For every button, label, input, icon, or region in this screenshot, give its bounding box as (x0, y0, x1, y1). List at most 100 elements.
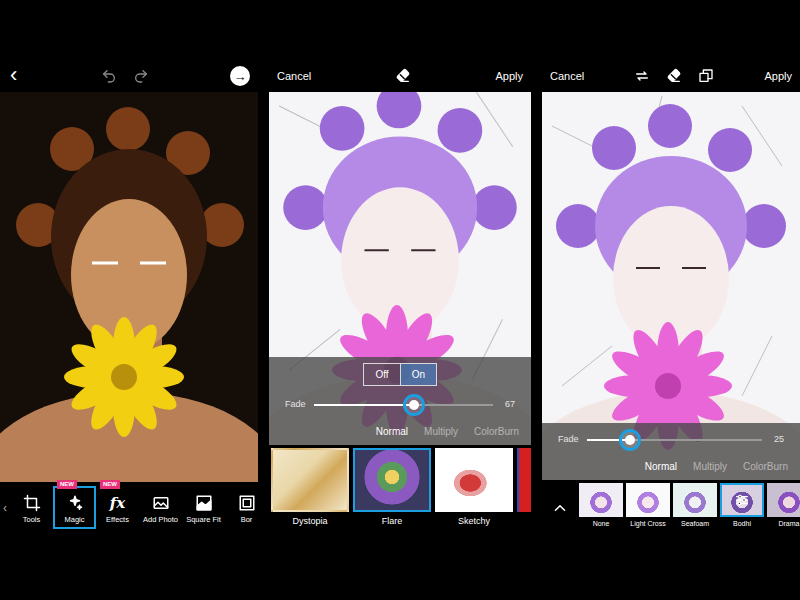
tools-button[interactable]: Tools (10, 486, 53, 529)
magic-button[interactable]: MagicNEW (53, 486, 96, 529)
bor-button[interactable]: Bor (225, 486, 258, 529)
effects-button[interactable]: fxEffectsNEW (96, 486, 139, 529)
fade-row: Fade 67 (277, 394, 523, 416)
scroll-hint[interactable]: ‹ (0, 499, 10, 517)
square-fit-button[interactable]: Square Fit (182, 486, 225, 529)
eraser-icon[interactable] (666, 68, 682, 84)
fade-label: Fade (558, 433, 579, 447)
photo-area: OffOn Fade 67 Normal Multiply ColorBurn (269, 92, 531, 445)
undo-icon[interactable] (101, 68, 117, 84)
compare-icon[interactable] (698, 68, 714, 84)
tool-icons (634, 68, 714, 84)
effect-name: Dystopia (271, 515, 349, 529)
cancel-button[interactable]: Cancel (550, 68, 584, 85)
effect-preview (579, 483, 623, 517)
back-button[interactable]: ‹ (8, 64, 19, 89)
blend-modes: Normal Multiply ColorBurn (277, 424, 523, 439)
effects-strip: NoneLight CrossSeafoamBodhiDrama (542, 480, 800, 532)
effect-name: Bodhi (720, 519, 764, 530)
effect-name: Light Cross (626, 519, 670, 530)
effect-thumbnail[interactable]: Drama (767, 483, 800, 532)
on-off-toggle: OffOn (363, 363, 437, 386)
tool-label: Square Fit (186, 515, 221, 524)
chevron-up-icon (551, 499, 569, 517)
fade-row: Fade 25 (550, 429, 792, 451)
toggle-option[interactable]: On (400, 364, 436, 385)
toggle-row: OffOn (277, 363, 523, 386)
apply-button[interactable]: Apply (495, 68, 523, 85)
photo (0, 92, 258, 482)
settings-panel: Fade 25 Normal Multiply ColorBurn (542, 423, 800, 480)
fade-value: 67 (501, 398, 515, 412)
next-button[interactable]: → (230, 66, 250, 86)
effects-strip: Dystopia Flare Sketchy (269, 445, 531, 532)
effect-thumbnail[interactable]: Light Cross (626, 483, 670, 532)
editor-screen: ‹ → ‹ Tools MagicNEWfxEffectsNEW Add Photo Squ… (0, 60, 258, 532)
blend-mode[interactable]: Normal (645, 459, 677, 474)
blend-mode[interactable]: Multiply (424, 424, 458, 439)
blend-mode[interactable]: Multiply (693, 459, 727, 474)
new-badge: NEW (100, 480, 120, 489)
fade-value: 25 (770, 433, 784, 447)
blend-mode[interactable]: ColorBurn (474, 424, 519, 439)
effect-preview (626, 483, 670, 517)
effect-name: Seafoam (673, 519, 717, 530)
tool-label: Add Photo (143, 515, 178, 524)
effect-preview (353, 448, 431, 512)
slider-fill (314, 404, 415, 406)
fade-slider[interactable] (314, 404, 493, 406)
effect-preview (673, 483, 717, 517)
photo-area: Fade 25 Normal Multiply ColorBurn (542, 92, 800, 480)
fade-label: Fade (285, 398, 306, 412)
magic-wand-icon (66, 494, 84, 512)
blend-modes: Normal Multiply ColorBurn (550, 459, 792, 474)
tool-label: Effects (106, 515, 129, 524)
slider-knob[interactable] (619, 429, 641, 451)
top-bar: Cancel Apply (542, 60, 800, 92)
fade-slider[interactable] (587, 439, 762, 441)
toggle-option[interactable]: Off (364, 364, 400, 385)
history-controls (101, 68, 149, 84)
cancel-button[interactable]: Cancel (277, 68, 311, 85)
effect-name: Drama (767, 519, 800, 530)
photo-area (0, 92, 258, 482)
photo (542, 92, 800, 480)
apply-button[interactable]: Apply (764, 68, 792, 85)
slider-knob[interactable] (403, 394, 425, 416)
effect-thumbnail[interactable]: Sketchy (435, 448, 513, 532)
effect-thumbnail[interactable] (517, 448, 531, 532)
magic-screen: Cancel Apply OffOn Fade 67 Normal Multiply Colo… (269, 60, 531, 532)
square-fit-icon (195, 494, 213, 512)
settings-panel: OffOn Fade 67 Normal Multiply ColorBurn (269, 357, 531, 445)
effect-name: Flare (353, 515, 431, 529)
effect-thumbnail[interactable]: None (579, 483, 623, 532)
toolbar: ‹ Tools MagicNEWfxEffectsNEW Add Photo Squar… (0, 482, 258, 532)
border-icon (238, 494, 256, 512)
effect-preview (720, 483, 764, 517)
swap-icon[interactable] (634, 68, 650, 84)
add-photo-icon (152, 494, 170, 512)
effect-thumbnail[interactable]: Bodhi (720, 483, 764, 532)
adjust-icon[interactable] (734, 492, 750, 508)
tool-icons (395, 68, 411, 84)
effect-thumbnail[interactable]: Seafoam (673, 483, 717, 532)
effect-preview (271, 448, 349, 512)
effect-name: Sketchy (435, 515, 513, 529)
blend-mode[interactable]: ColorBurn (743, 459, 788, 474)
expand-button[interactable] (544, 483, 576, 532)
add-photo-button[interactable]: Add Photo (139, 486, 182, 529)
tool-label: Tools (23, 515, 41, 524)
top-bar: Cancel Apply (269, 60, 531, 92)
effect-preview (517, 448, 531, 512)
redo-icon[interactable] (133, 68, 149, 84)
magic-screen: Cancel Apply Fade 25 Normal Multiply ColorBurn… (542, 60, 800, 532)
effect-thumbnail[interactable]: Flare (353, 448, 431, 532)
eraser-icon[interactable] (395, 68, 411, 84)
effect-name: None (579, 519, 623, 530)
crop-icon (23, 494, 41, 512)
effect-thumbnail[interactable]: Dystopia (271, 448, 349, 532)
blend-mode[interactable]: Normal (376, 424, 408, 439)
new-badge: NEW (57, 480, 77, 489)
effect-preview (435, 448, 513, 512)
effect-preview (767, 483, 800, 517)
